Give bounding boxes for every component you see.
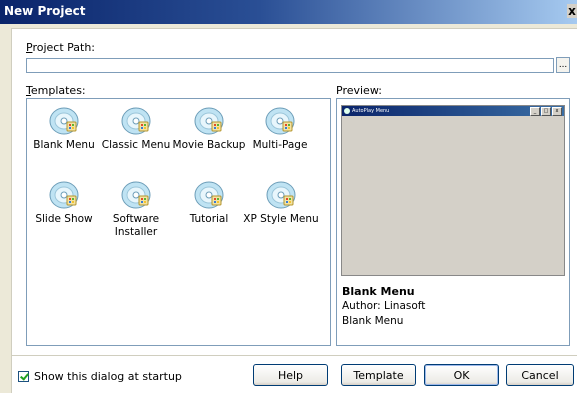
- template-label: Software Installer: [112, 213, 160, 238]
- template-blank-menu[interactable]: Blank Menu: [27, 106, 101, 152]
- close-icon[interactable]: x: [567, 4, 577, 18]
- close-icon: x: [552, 107, 562, 116]
- preview-window-titlebar: AutoPlay Menu _ □ x: [342, 106, 564, 116]
- template-xp-style-menu[interactable]: XP Style Menu: [239, 180, 323, 226]
- footer-divider: [11, 355, 577, 356]
- show-dialog-label: Show this dialog at startup: [34, 370, 182, 383]
- template-label: Multi-Page: [252, 139, 308, 151]
- cd-disc-icon: [266, 181, 296, 209]
- cd-disc-icon: [194, 107, 224, 135]
- minimize-icon: _: [530, 107, 540, 116]
- preview-template-name: Blank Menu: [342, 285, 415, 298]
- template-label: Classic Menu: [101, 139, 171, 151]
- template-movie-backup[interactable]: Movie Backup: [172, 106, 246, 152]
- template-multi-page[interactable]: Multi-Page: [243, 106, 317, 152]
- cancel-button[interactable]: Cancel: [506, 364, 574, 386]
- template-button[interactable]: Template: [341, 364, 416, 386]
- templates-label: Templates:: [26, 84, 86, 97]
- app-icon: [344, 108, 350, 114]
- help-button[interactable]: Help: [253, 364, 328, 386]
- template-classic-menu[interactable]: Classic Menu: [99, 106, 173, 152]
- template-label: Blank Menu: [33, 139, 95, 151]
- preview-panel: AutoPlay Menu _ □ x Blank Menu Author: Lin…: [336, 98, 570, 346]
- cd-disc-icon: [49, 181, 79, 209]
- cd-disc-icon: [121, 181, 151, 209]
- cd-disc-icon: [121, 107, 151, 135]
- template-label: Slide Show: [35, 213, 93, 225]
- template-label: Movie Backup: [172, 139, 246, 151]
- preview-window-title: AutoPlay Menu: [352, 108, 390, 114]
- ok-button[interactable]: OK: [424, 364, 499, 386]
- preview-author: Author: Linasoft: [342, 300, 426, 312]
- show-dialog-option[interactable]: Show this dialog at startup: [18, 370, 182, 383]
- template-label: Tutorial: [189, 213, 229, 225]
- window-title: New Project: [4, 4, 86, 18]
- cd-disc-icon: [194, 181, 224, 209]
- template-tutorial[interactable]: Tutorial: [172, 180, 246, 226]
- templates-list[interactable]: Blank Menu Classic Menu Movie Backup Mul…: [26, 98, 331, 346]
- cd-disc-icon: [265, 107, 295, 135]
- title-bar[interactable]: New Project x: [0, 0, 577, 24]
- show-dialog-checkbox[interactable]: [18, 371, 29, 382]
- cd-disc-icon: [49, 107, 79, 135]
- template-slide-show[interactable]: Slide Show: [27, 180, 101, 226]
- project-path-input[interactable]: [26, 58, 554, 73]
- browse-button[interactable]: ...: [556, 57, 570, 73]
- template-label: XP Style Menu: [243, 213, 319, 225]
- project-path-label: Project Path:: [26, 41, 96, 54]
- template-software-installer[interactable]: Software Installer: [99, 180, 173, 239]
- preview-description: Blank Menu: [342, 315, 404, 327]
- maximize-icon: □: [541, 107, 551, 116]
- preview-thumbnail: AutoPlay Menu _ □ x: [341, 105, 565, 276]
- preview-label: Preview:: [336, 84, 382, 97]
